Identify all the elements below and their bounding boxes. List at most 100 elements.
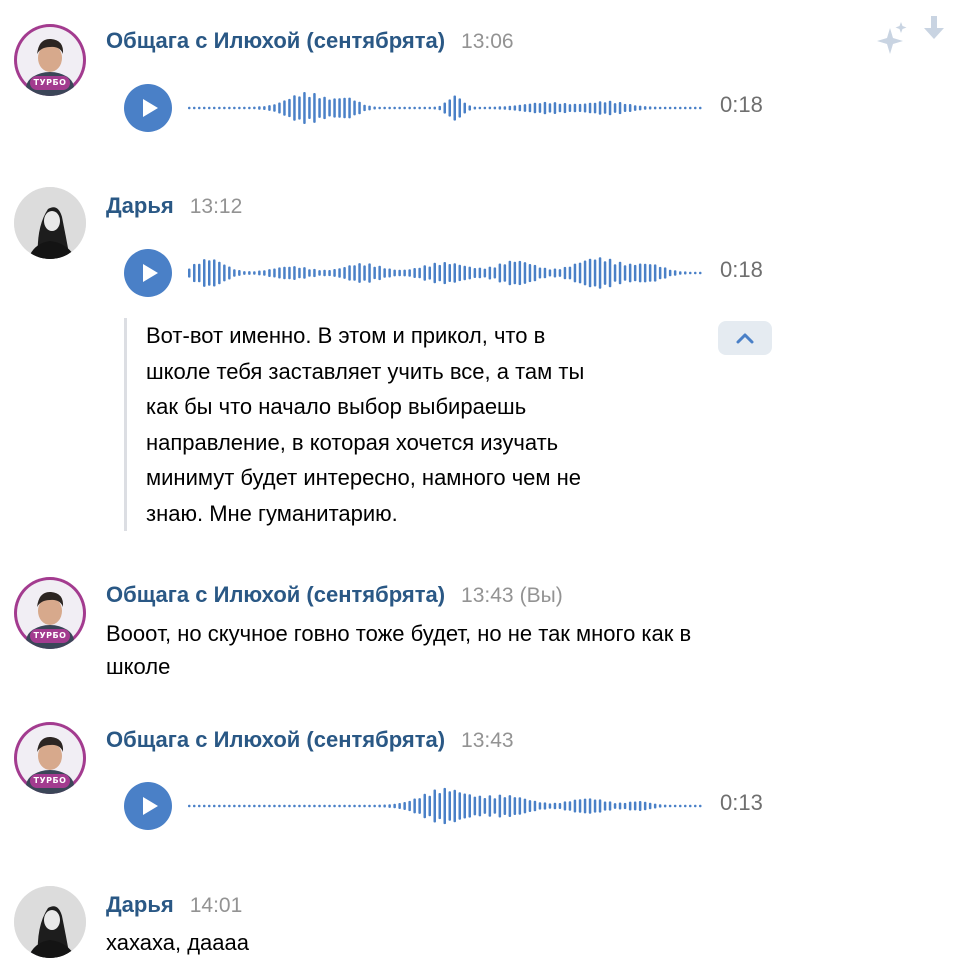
waveform-bar <box>388 804 391 808</box>
waveform-bar <box>663 804 667 808</box>
waveform-bar <box>258 804 261 808</box>
waveform-bar <box>298 267 301 279</box>
waveform-bar <box>428 106 431 110</box>
waveform-bar <box>283 266 286 280</box>
waveform-bar <box>583 798 587 814</box>
waveform-bar <box>403 269 406 277</box>
waveform-bar <box>323 804 326 808</box>
waveform-bar <box>458 792 461 820</box>
waveform-bar <box>443 102 446 114</box>
message-header: Общага с Илюхой (сентябрята) 13:43 <box>106 727 514 753</box>
avatar[interactable]: ТУРБО <box>14 577 86 649</box>
waveform-bar <box>593 259 597 287</box>
waveform-bar <box>453 263 456 283</box>
waveform-bar <box>318 270 321 276</box>
waveform-bar <box>388 268 391 278</box>
waveform-bar <box>303 92 306 124</box>
waveform-bar <box>523 262 527 284</box>
waveform-bar <box>433 106 436 110</box>
waveform-bar <box>473 268 477 278</box>
avatar[interactable] <box>14 886 86 958</box>
waveform-bar <box>483 106 487 110</box>
waveform-bar <box>578 262 582 284</box>
waveform-bar <box>258 106 261 110</box>
waveform-bar <box>418 267 421 279</box>
waveform-bar <box>353 804 356 808</box>
waveform-bar <box>483 268 487 278</box>
play-button[interactable] <box>124 782 172 830</box>
waveform-bar <box>218 106 221 110</box>
waveform-bar <box>598 799 602 813</box>
waveform-bar <box>378 265 381 281</box>
message-time[interactable]: 13:12 <box>190 195 243 219</box>
waveform-bar <box>298 96 301 120</box>
avatar[interactable] <box>14 187 86 259</box>
waveform-bar <box>463 102 466 114</box>
author-name[interactable]: Дарья <box>106 892 174 918</box>
waveform-bar <box>223 106 226 110</box>
waveform-bar <box>443 787 446 825</box>
waveform-bar <box>443 262 446 285</box>
waveform-bar <box>193 106 196 110</box>
waveform-bar <box>523 104 527 112</box>
message-time[interactable]: 13:06 <box>461 30 514 54</box>
waveform-bar <box>633 264 637 282</box>
waveform-bar <box>368 804 371 808</box>
waveform-bar <box>223 804 226 808</box>
waveform-bar <box>388 106 391 110</box>
waveform-bar <box>263 804 266 808</box>
waveform-bar <box>218 804 221 808</box>
waveform-bar <box>383 106 386 110</box>
transcript-line: знаю. Мне гуманитарию. <box>146 500 398 526</box>
play-button[interactable] <box>124 84 172 132</box>
waveform-bar <box>188 804 191 808</box>
waveform-bar <box>333 269 336 277</box>
author-name[interactable]: Общага с Илюхой (сентябрята) <box>106 582 445 608</box>
waveform-bar <box>408 800 411 812</box>
waveform-bar <box>463 265 466 281</box>
waveform-bar <box>238 270 241 276</box>
waveform-bar <box>268 804 271 808</box>
waveform-bar <box>338 98 341 118</box>
avatar[interactable]: ТУРБО <box>14 24 86 96</box>
waveform-bar <box>648 264 652 282</box>
waveform[interactable] <box>188 786 704 826</box>
waveform-bar <box>478 795 482 817</box>
waveform-bar <box>308 96 311 119</box>
waveform-bar <box>308 804 311 808</box>
waveform-bar <box>513 105 517 111</box>
message-time[interactable]: 14:01 <box>190 894 243 918</box>
message-time[interactable]: 13:43 <box>461 584 514 608</box>
author-name[interactable]: Общага с Илюхой (сентябрята) <box>106 727 445 753</box>
waveform-bar <box>358 101 361 115</box>
waveform-bar <box>603 261 607 285</box>
waveform-bar <box>498 794 502 818</box>
waveform-bar <box>243 106 246 110</box>
message-time[interactable]: 13:43 <box>461 729 514 753</box>
chevron-up-icon <box>736 333 754 344</box>
waveform-bar <box>568 801 572 811</box>
waveform-bar <box>263 106 266 110</box>
waveform-bar <box>448 791 451 821</box>
play-button[interactable] <box>124 249 172 297</box>
waveform-bar <box>273 104 276 112</box>
waveform-bar <box>689 804 692 808</box>
collapse-transcript-button[interactable] <box>718 321 772 355</box>
waveform-bar <box>533 800 537 812</box>
waveform-bar <box>673 804 677 808</box>
audio-duration: 0:18 <box>720 92 763 117</box>
waveform-bar <box>208 106 211 110</box>
waveform[interactable] <box>188 253 704 293</box>
author-name[interactable]: Общага с Илюхой (сентябрята) <box>106 28 445 54</box>
waveform-bar <box>658 266 662 280</box>
waveform-bar <box>478 106 482 110</box>
author-name[interactable]: Дарья <box>106 193 174 219</box>
waveform-bar <box>528 800 532 812</box>
waveform-bar <box>628 104 632 112</box>
avatar[interactable]: ТУРБО <box>14 722 86 794</box>
waveform-bar <box>293 804 296 808</box>
waveform[interactable] <box>188 88 704 128</box>
waveform-bar <box>679 106 682 110</box>
download-arrow-icon[interactable] <box>922 16 946 46</box>
waveform-bar <box>603 102 607 114</box>
